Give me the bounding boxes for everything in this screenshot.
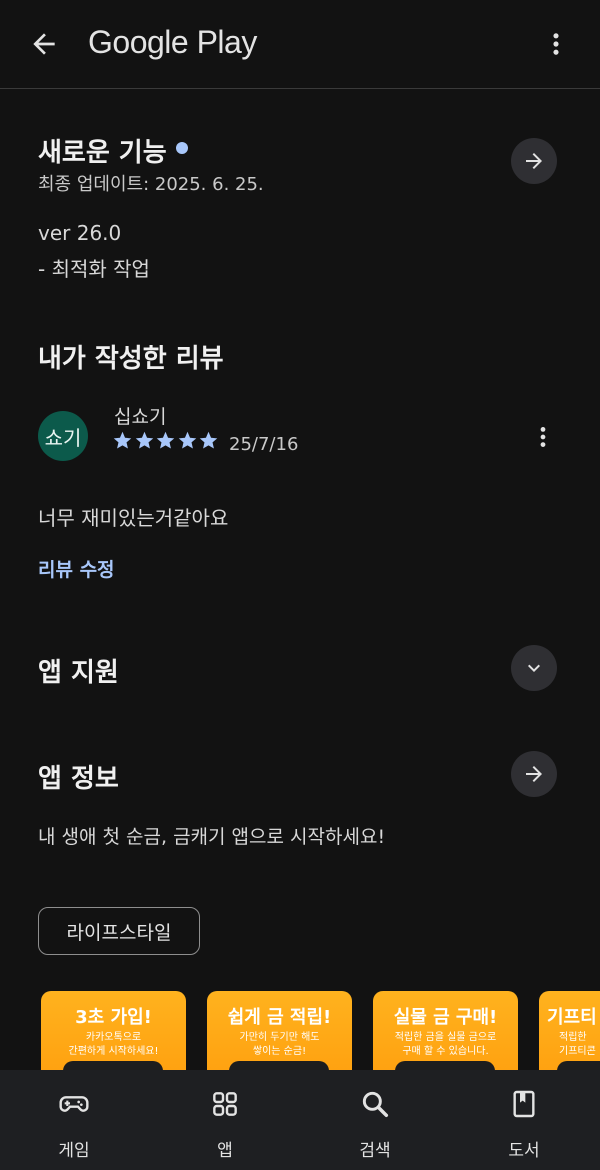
screenshot-caption: 카카오톡으로 간편하게 시작하세요! [41, 1031, 186, 1059]
screenshot-caption: 적립한 기프티콘 [559, 1031, 596, 1059]
gamepad-icon [59, 1096, 89, 1112]
screenshot-caption: 적립한 금을 실물 금으로 구매 할 수 있습니다. [373, 1031, 518, 1059]
screenshot-title: 쉽게 금 적립! [227, 1007, 332, 1028]
arrow-forward-icon [526, 153, 542, 169]
reviewer-avatar: 쇼기 [38, 411, 88, 461]
google-play-logo-text: Google Play [88, 24, 257, 60]
my-review-title: 내가 작성한 리뷰 [38, 344, 224, 374]
nav-item-games[interactable]: 게임 [19, 1070, 129, 1170]
review-text: 너무 재미있는거같아요 [38, 506, 229, 530]
search-icon [362, 1091, 389, 1118]
new-indicator-dot [176, 142, 188, 154]
screenshot-title: 실물 금 구매! [393, 1007, 498, 1028]
reviewer-name: 십쇼기 [114, 406, 167, 428]
screenshot-caption-line: 간편하게 시작하세요! [68, 1046, 159, 1057]
edit-review-link[interactable]: 리뷰 수정 [38, 555, 115, 582]
star-icon [135, 431, 153, 449]
review-date: 25/7/16 [229, 434, 299, 455]
last-updated-text: 최종 업데이트: 2025. 6. 25. [38, 174, 264, 195]
review-rating-stars [112, 430, 220, 454]
screenshot-caption-line: 카카오톡으로 [85, 1032, 142, 1043]
review-more-options-icon[interactable] [530, 422, 556, 452]
apps-grid-icon [213, 1092, 237, 1116]
app-support-expand-button[interactable] [511, 645, 557, 691]
whats-new-title: 새로운 기능 [38, 138, 167, 168]
update-note-text: - 최적화 작업 [38, 257, 150, 281]
star-icon [199, 431, 218, 449]
star-icon [113, 431, 132, 449]
more-options-icon[interactable] [542, 28, 570, 60]
nav-item-books[interactable]: 도서 [469, 1070, 579, 1170]
app-info-title: 앱 정보 [38, 764, 119, 794]
nav-label: 게임 [58, 1141, 90, 1161]
arrow-forward-icon [526, 766, 542, 782]
screenshot-caption-line: 가만히 두기만 해도 [239, 1032, 320, 1043]
nav-item-search[interactable]: 검색 [320, 1070, 430, 1170]
nav-label: 검색 [359, 1141, 391, 1161]
screenshot-caption-line: 쌓이는 순금! [252, 1046, 307, 1057]
bottom-navigation: 게임 앱 검색 도서 [0, 1070, 600, 1170]
star-icon [178, 431, 196, 449]
screenshot-caption-line: 적립한 [559, 1032, 587, 1043]
app-info-open-button[interactable] [511, 751, 557, 797]
version-text: ver 26.0 [38, 221, 122, 245]
whats-new-open-button[interactable] [511, 138, 557, 184]
screenshot-caption: 가만히 두기만 해도 쌓이는 순금! [207, 1031, 352, 1059]
chevron-down-icon [528, 664, 540, 672]
top-app-bar: Google Play [0, 0, 600, 89]
screenshot-caption-line: 구매 할 수 있습니다. [402, 1046, 489, 1057]
screenshot-caption-line: 기프티콘 [559, 1046, 596, 1057]
star-icon [156, 431, 175, 449]
nav-label: 도서 [508, 1141, 540, 1161]
screenshot-title: 기프티 [547, 1007, 597, 1028]
nav-label: 앱 [217, 1141, 233, 1161]
app-description: 내 생애 첫 순금, 금캐기 앱으로 시작하세요! [38, 826, 386, 848]
nav-item-apps[interactable]: 앱 [170, 1070, 280, 1170]
app-support-title: 앱 지원 [38, 658, 119, 688]
book-icon [513, 1090, 535, 1118]
category-chip[interactable]: 라이프스타일 [38, 907, 200, 955]
screenshot-title: 3초 가입! [75, 1007, 152, 1028]
back-arrow-icon[interactable] [28, 28, 60, 60]
screenshot-caption-line: 적립한 금을 실물 금으로 [394, 1032, 497, 1043]
